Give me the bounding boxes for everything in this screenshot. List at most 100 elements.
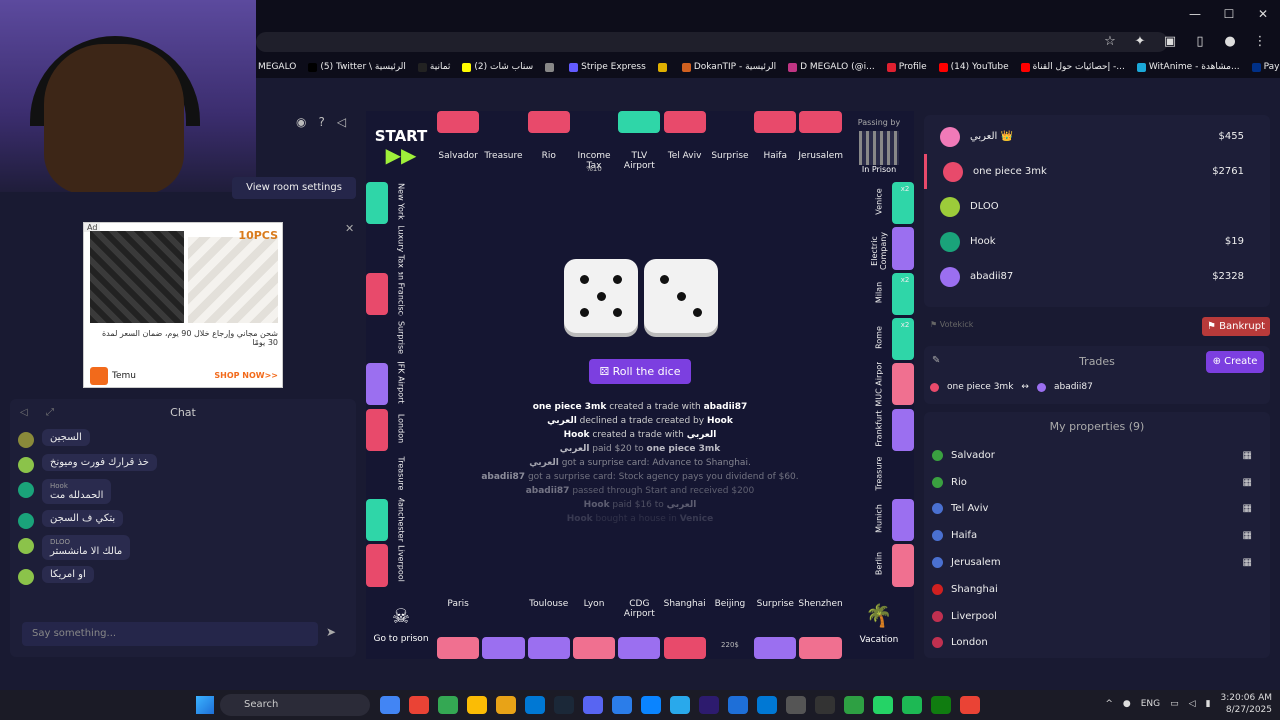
view-room-settings-button[interactable]: View room settings xyxy=(232,177,356,199)
sound-icon[interactable]: ◁ xyxy=(337,115,346,129)
bookmark-item[interactable]: PayPal: الموجز xyxy=(1251,62,1280,72)
taskbar-app-icon[interactable] xyxy=(525,696,545,714)
taskbar-app-icon[interactable] xyxy=(757,696,777,714)
board-tile-treasure[interactable]: Treasure xyxy=(844,453,914,497)
board-tile-treasure[interactable]: Treasure xyxy=(366,453,436,497)
sidebar-icon[interactable]: ▯ xyxy=(1190,32,1210,52)
help-icon[interactable]: ? xyxy=(318,115,324,129)
board-tile-munich[interactable]: Munich xyxy=(844,498,914,542)
taskbar-app-icon[interactable] xyxy=(786,696,806,714)
bookmark-item[interactable]: D MEGALO (@i... xyxy=(788,62,875,72)
taskbar-app-icon[interactable] xyxy=(438,696,458,714)
board-tile-cdg-airport[interactable]: CDG Airport xyxy=(617,589,661,659)
taskbar-app-icon[interactable] xyxy=(931,696,951,714)
board-tile-jfk-airport[interactable]: JFK Airport xyxy=(366,362,436,406)
board-tile-rio[interactable]: Rio xyxy=(527,111,571,181)
board-tile-new-york[interactable]: New York xyxy=(366,181,436,225)
ad-close-icon[interactable]: ✕ xyxy=(345,222,354,235)
bookmark-item[interactable] xyxy=(545,62,557,72)
profile-avatar[interactable]: ● xyxy=(1220,32,1240,52)
taskbar-app-icon[interactable] xyxy=(554,696,574,714)
taskbar-app-icon[interactable] xyxy=(641,696,661,714)
speaker-icon[interactable]: ◁ xyxy=(1189,699,1196,709)
player-row[interactable]: Hook $19 xyxy=(924,224,1270,259)
taskbar-app-icon[interactable] xyxy=(612,696,632,714)
board-tile-frankfurt[interactable]: Frankfurt xyxy=(844,408,914,452)
board-tile-san-francisco[interactable]: San Francisco xyxy=(366,272,436,316)
player-row[interactable]: one piece 3mk $2761 xyxy=(924,154,1270,189)
bookmark-item[interactable]: MEGALO xyxy=(258,62,296,72)
property-item[interactable]: Shanghai xyxy=(924,576,1270,603)
property-item[interactable]: Liverpool xyxy=(924,603,1270,630)
board-tile-tel-aviv[interactable]: Tel Aviv xyxy=(663,111,707,181)
board-tile-toulouse[interactable]: Toulouse xyxy=(527,589,571,659)
bookmark-item[interactable]: Stripe Express xyxy=(569,62,646,72)
taskbar-app-icon[interactable] xyxy=(467,696,487,714)
mute-icon[interactable]: ◁ xyxy=(20,399,28,427)
board-tile-jerusalem[interactable]: Jerusalem xyxy=(798,111,843,181)
taskbar-app-icon[interactable] xyxy=(902,696,922,714)
taskbar-app-icon[interactable] xyxy=(728,696,748,714)
taskbar-app-icon[interactable] xyxy=(380,696,400,714)
advertisement[interactable]: Ad 10PCS شحن مجاني وإرجاع خلال 90 يوم، ض… xyxy=(83,222,283,388)
puzzle-icon[interactable]: ▣ xyxy=(1160,32,1180,52)
board-tile-shenzhen[interactable]: Shenzhen xyxy=(798,589,843,659)
bookmark-item[interactable]: WitAnime - مشاهدة... xyxy=(1136,62,1240,72)
bookmark-item[interactable]: (2) سناب شات xyxy=(462,62,533,72)
chevron-up-icon[interactable]: ^ xyxy=(1105,699,1113,709)
board-tile-electric-company[interactable]: Electric Company xyxy=(844,226,914,270)
board-tile-surprise[interactable]: Surprise xyxy=(366,317,436,361)
star-icon[interactable]: ☆ xyxy=(1100,32,1120,52)
bankrupt-button[interactable]: ⚑ Bankrupt xyxy=(1202,317,1270,336)
url-input[interactable] xyxy=(256,32,1168,52)
menu-icon[interactable]: ⋮ xyxy=(1250,32,1270,52)
board-tile-milan[interactable]: Milan x2 xyxy=(844,272,914,316)
board-tile-beijing[interactable]: Beijing 220$ xyxy=(708,589,752,659)
taskbar-app-icon[interactable] xyxy=(409,696,429,714)
board-tile-venice[interactable]: Venice x2 xyxy=(844,181,914,225)
roll-dice-button[interactable]: ⚄ Roll the dice xyxy=(589,359,691,384)
language-indicator[interactable]: ENG xyxy=(1141,699,1160,709)
player-row[interactable]: abadii87 $2328 xyxy=(924,259,1270,294)
board-tile-rome[interactable]: Rome x2 xyxy=(844,317,914,361)
board-tile-income-tax[interactable]: Income Tax %10 xyxy=(572,111,616,181)
taskbar-app-icon[interactable] xyxy=(670,696,690,714)
mic-icon[interactable]: ● xyxy=(1123,699,1131,709)
property-item[interactable]: Tel Aviv ▦ xyxy=(924,496,1270,523)
trade-item[interactable]: one piece 3mk ↔ abadii87 xyxy=(930,382,1093,392)
board-tile-paris[interactable]: Paris xyxy=(436,589,480,659)
board-tile-empty[interactable] xyxy=(481,589,525,659)
board-tile-muc-airport[interactable]: MUC Airport xyxy=(844,362,914,406)
taskbar-app-icon[interactable] xyxy=(699,696,719,714)
taskbar-app-icon[interactable] xyxy=(844,696,864,714)
send-icon[interactable]: ➤ xyxy=(326,625,336,639)
bookmark-item[interactable]: DokanTIP - الرئيسية xyxy=(681,62,776,72)
ad-shop-now-link[interactable]: SHOP NOW>> xyxy=(214,371,278,380)
clock[interactable]: 3:20:06 AM 8/27/2025 xyxy=(1221,692,1272,716)
board-tile-manchester[interactable]: Manchester xyxy=(366,498,436,542)
taskbar-app-icon[interactable] xyxy=(496,696,516,714)
taskbar-app-icon[interactable] xyxy=(960,696,980,714)
board-tile-lyon[interactable]: Lyon xyxy=(572,589,616,659)
close-button[interactable]: ✕ xyxy=(1246,0,1280,28)
board-tile-liverpool[interactable]: Liverpool xyxy=(366,543,436,587)
property-item[interactable]: Rio ▦ xyxy=(924,469,1270,496)
discord-icon[interactable]: ◉ xyxy=(296,115,306,129)
board-tile-salvador[interactable]: Salvador xyxy=(436,111,480,181)
bookmark-item[interactable]: إحصائيات حول القناة -... xyxy=(1020,62,1125,72)
property-item[interactable]: Haifa ▦ xyxy=(924,522,1270,549)
minimize-button[interactable]: — xyxy=(1178,0,1212,28)
bookmark-item[interactable]: Profile xyxy=(886,62,927,72)
taskbar-search[interactable]: Search xyxy=(220,694,370,716)
board-tile-tlv-airport[interactable]: TLV Airport xyxy=(617,111,661,181)
player-row[interactable]: العربي 👑 $455 xyxy=(924,119,1270,154)
property-item[interactable]: Salvador ▦ xyxy=(924,442,1270,469)
votekick-button[interactable]: ⚑ Votekick xyxy=(930,320,973,329)
create-trade-button[interactable]: ⊕ Create xyxy=(1206,351,1264,373)
bookmark-item[interactable]: (14) YouTube xyxy=(938,62,1009,72)
chat-input[interactable]: Say something... xyxy=(22,622,318,646)
board-tile-berlin[interactable]: Berlin xyxy=(844,543,914,587)
board-tile-shanghai[interactable]: Shanghai xyxy=(663,589,707,659)
bookmark-item[interactable] xyxy=(657,62,670,72)
monitor-icon[interactable]: ▭ xyxy=(1170,699,1179,709)
